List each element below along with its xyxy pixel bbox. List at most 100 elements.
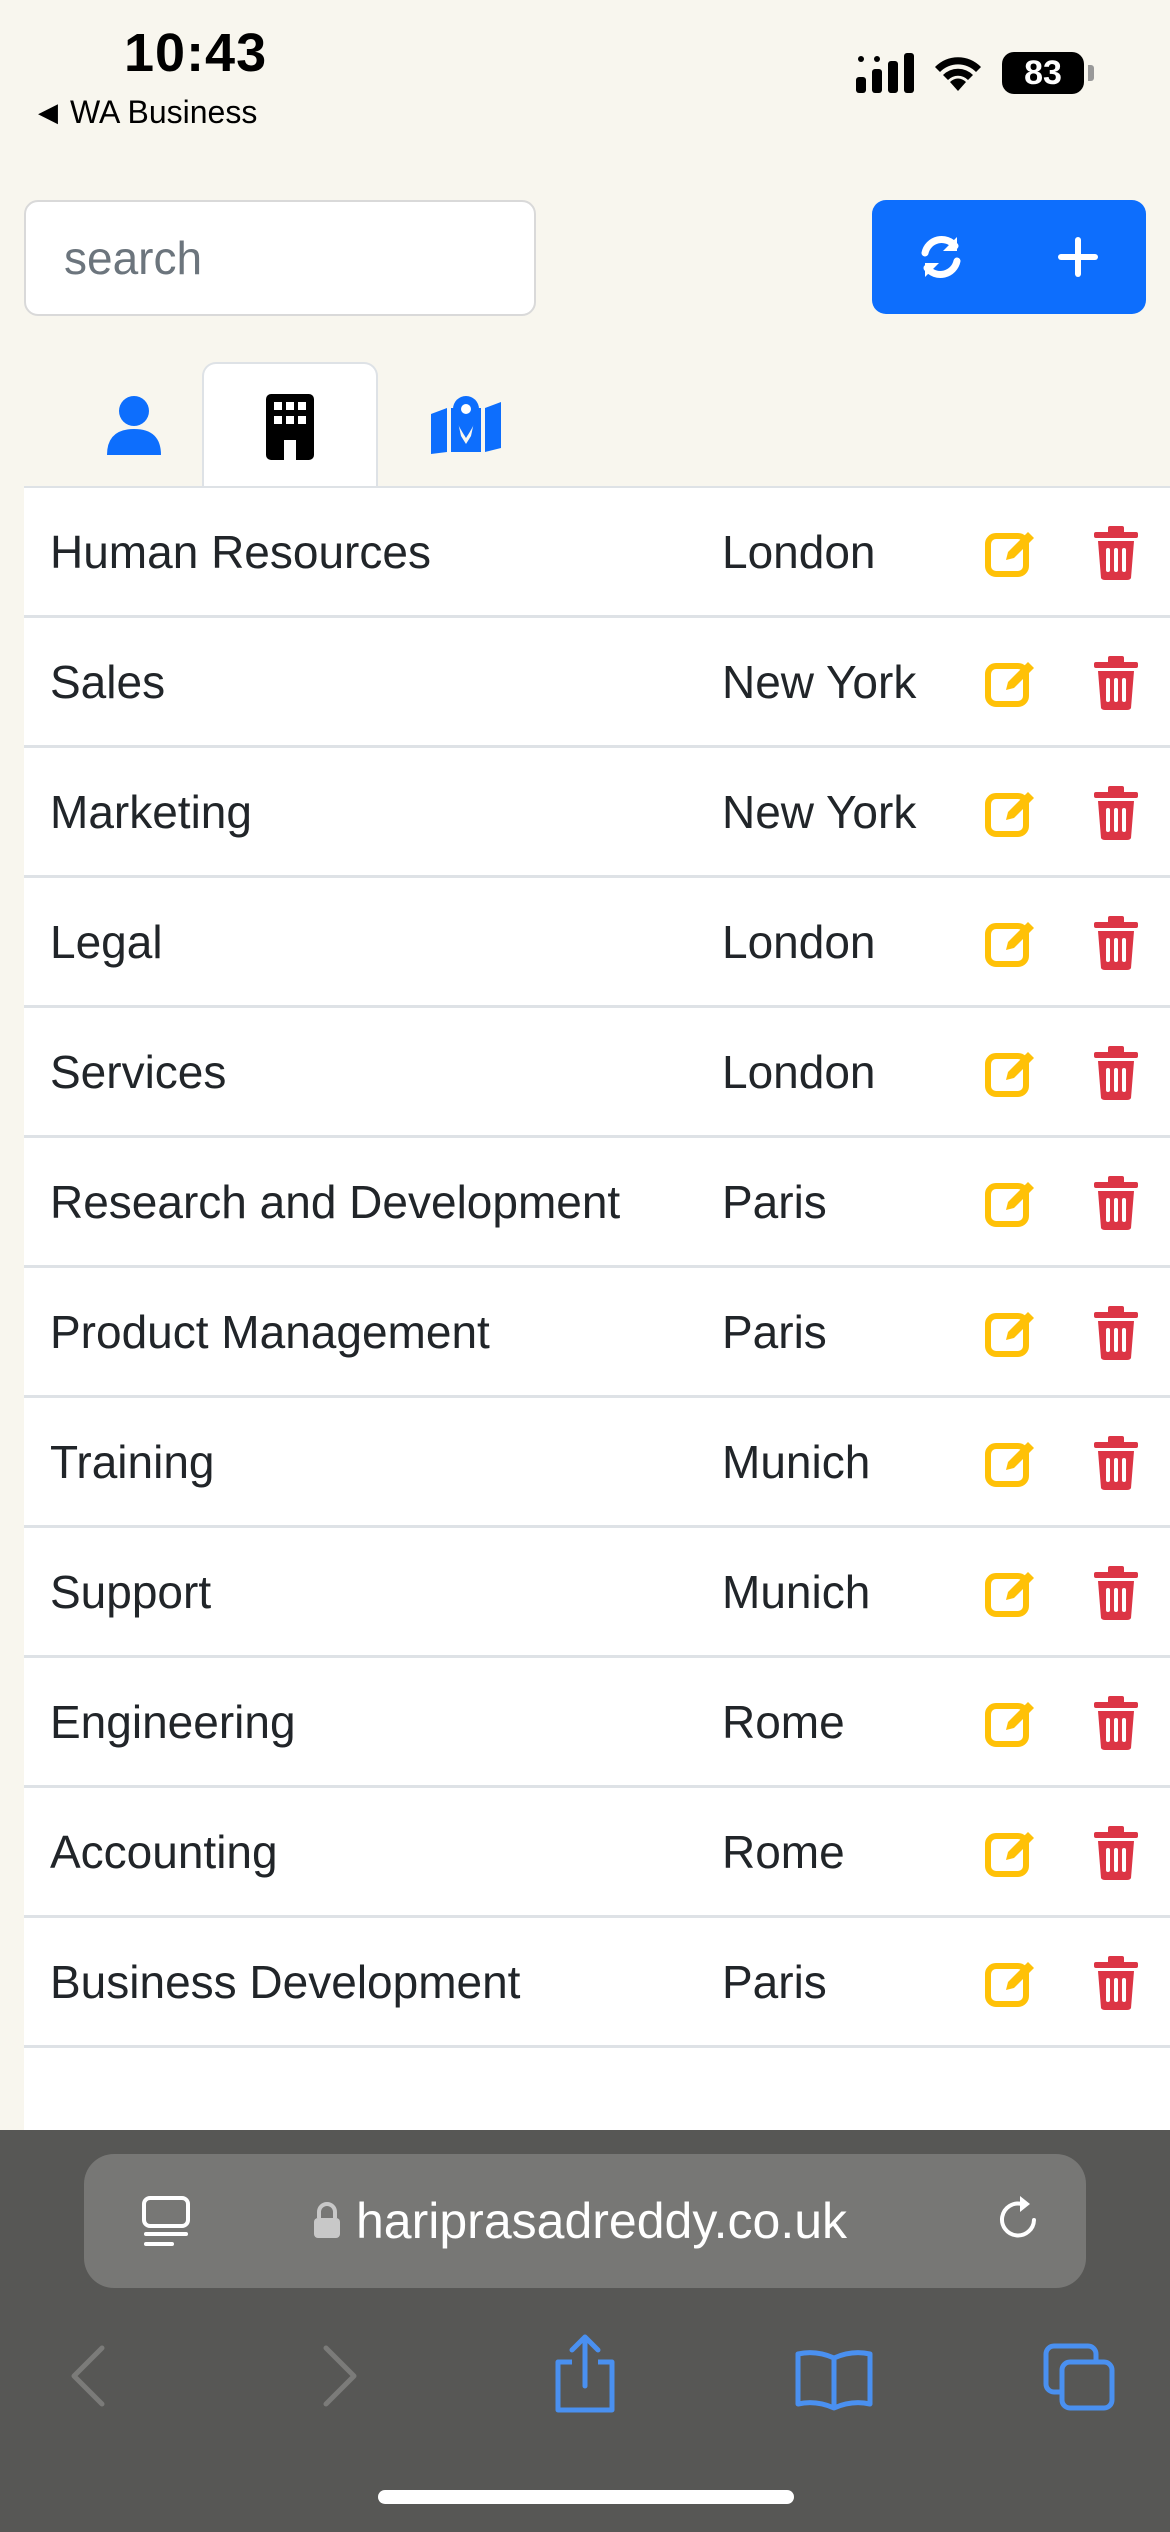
edit-icon[interactable] [984, 1566, 1038, 1620]
app-page: 10:43 ◀ WA Business 83 search Human Reso… [0, 0, 1170, 2532]
signal-icon [856, 53, 914, 93]
search-input[interactable] [26, 202, 534, 314]
department-name: Research and Development [50, 1176, 621, 1228]
url-text: hariprasadreddy.co.uk [356, 2193, 848, 2249]
department-location: Paris [722, 1306, 827, 1358]
forward-arrow-icon[interactable] [318, 2344, 362, 2408]
back-to-app-link[interactable]: ◀ WA Business [38, 94, 257, 131]
department-location: London [722, 916, 876, 968]
department-location: Rome [722, 1826, 845, 1878]
browser-nav-bar [0, 2316, 1170, 2448]
trash-icon[interactable] [1094, 1176, 1138, 1230]
trash-icon[interactable] [1094, 526, 1138, 580]
edit-icon[interactable] [984, 526, 1038, 580]
trash-icon[interactable] [1094, 1046, 1138, 1100]
edit-icon[interactable] [984, 1956, 1038, 2010]
map-location-icon [431, 396, 501, 454]
trash-icon[interactable] [1094, 1956, 1138, 2010]
action-button-group [872, 200, 1146, 314]
address-bar[interactable]: hariprasadreddy.co.uk [84, 2154, 1086, 2288]
department-name: Training [50, 1436, 215, 1488]
table-row: Human Resources London [24, 488, 1170, 618]
back-arrow-icon[interactable] [66, 2344, 110, 2408]
share-icon[interactable] [550, 2334, 620, 2414]
building-icon [266, 394, 314, 460]
department-location: London [722, 526, 876, 578]
table-row: Product Management Paris [24, 1268, 1170, 1398]
tab-bar [24, 362, 1170, 490]
department-location: Paris [722, 1956, 827, 2008]
table-row: Marketing New York [24, 748, 1170, 878]
table-row: Legal London [24, 878, 1170, 1008]
bookmarks-icon[interactable] [794, 2348, 874, 2412]
trash-icon[interactable] [1094, 1696, 1138, 1750]
tab-departments[interactable] [202, 362, 378, 490]
department-name: Accounting [50, 1826, 278, 1878]
department-name: Human Resources [50, 526, 431, 578]
browser-toolbar: hariprasadreddy.co.uk [0, 2130, 1170, 2532]
department-location: New York [722, 786, 917, 838]
user-icon [107, 396, 161, 455]
plus-icon [1057, 237, 1098, 277]
edit-icon[interactable] [984, 786, 1038, 840]
department-location: Paris [722, 1176, 827, 1228]
department-name: Legal [50, 916, 163, 968]
edit-icon[interactable] [984, 1696, 1038, 1750]
reload-icon [1000, 2196, 1036, 2238]
department-name: Services [50, 1046, 227, 1098]
add-button[interactable] [1009, 200, 1146, 314]
department-location: Rome [722, 1696, 845, 1748]
table-row: Engineering Rome [24, 1658, 1170, 1788]
trash-icon[interactable] [1094, 786, 1138, 840]
tab-locations[interactable] [378, 362, 554, 488]
department-location: New York [722, 656, 917, 708]
home-indicator [378, 2490, 794, 2504]
back-triangle-icon: ◀ [38, 97, 58, 127]
search-box [24, 200, 536, 316]
trash-icon[interactable] [1094, 1306, 1138, 1360]
department-name: Engineering [50, 1696, 296, 1748]
table-row: Training Munich [24, 1398, 1170, 1528]
refresh-button[interactable] [872, 200, 1009, 314]
edit-icon[interactable] [984, 1306, 1038, 1360]
department-name: Marketing [50, 786, 252, 838]
trash-icon[interactable] [1094, 1566, 1138, 1620]
table-row: Sales New York [24, 618, 1170, 748]
table-row: Business Development Paris [24, 1918, 1170, 2048]
edit-icon[interactable] [984, 1826, 1038, 1880]
departments-table: Human Resources London Sales New York Market… [24, 488, 1170, 2130]
status-bar: 10:43 ◀ WA Business 83 [0, 0, 1170, 150]
back-app-label: WA Business [70, 94, 258, 130]
edit-icon[interactable] [984, 916, 1038, 970]
department-name: Business Development [50, 1956, 521, 2008]
lock-icon [314, 2202, 340, 2238]
wifi-icon [935, 57, 981, 91]
refresh-icon [921, 236, 960, 278]
department-location: London [722, 1046, 876, 1098]
department-name: Support [50, 1566, 212, 1618]
table-row: Accounting Rome [24, 1788, 1170, 1918]
edit-icon[interactable] [984, 1176, 1038, 1230]
tabs-icon[interactable] [1042, 2342, 1116, 2412]
trash-icon[interactable] [1094, 656, 1138, 710]
tab-personnel[interactable] [46, 362, 222, 488]
department-name: Product Management [50, 1306, 490, 1358]
reader-view-icon [142, 2196, 190, 2246]
table-row: Services London [24, 1008, 1170, 1138]
table-row: Research and Development Paris [24, 1138, 1170, 1268]
department-location: Munich [722, 1566, 871, 1618]
edit-icon[interactable] [984, 656, 1038, 710]
status-icons: 83 [856, 52, 1094, 94]
trash-icon[interactable] [1094, 1436, 1138, 1490]
edit-icon[interactable] [984, 1046, 1038, 1100]
edit-icon[interactable] [984, 1436, 1038, 1490]
department-name: Sales [50, 656, 166, 708]
department-location: Munich [722, 1436, 871, 1488]
battery-level: 83 [1024, 53, 1062, 92]
trash-icon[interactable] [1094, 1826, 1138, 1880]
trash-icon[interactable] [1094, 916, 1138, 970]
table-row: Support Munich [24, 1528, 1170, 1658]
battery-tip [1088, 65, 1094, 81]
status-time: 10:43 [124, 23, 268, 83]
battery-icon: 83 [1002, 52, 1084, 94]
